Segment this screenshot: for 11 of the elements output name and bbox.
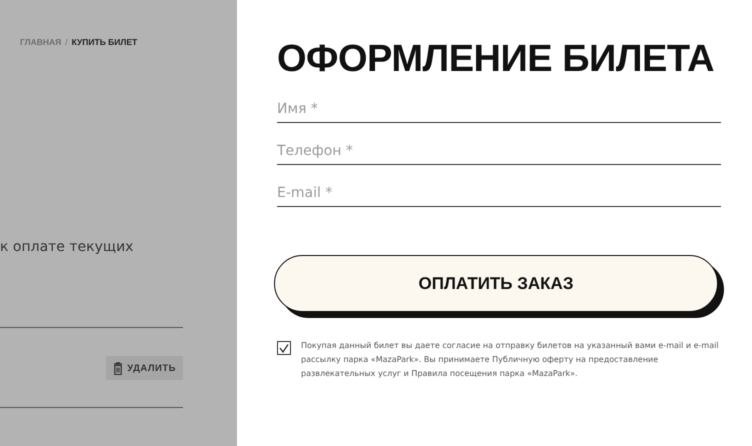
input-field[interactable]: Имя * xyxy=(277,101,721,123)
cart-note: к оплате текущих xyxy=(0,239,134,255)
input-field[interactable]: E-mail * xyxy=(277,185,721,207)
consent-checkbox[interactable] xyxy=(277,341,291,355)
consent-text: Покупая данный билет вы даете согласие на отправку билетов на указанный вами e-mail и e-mail рассылку парка «MazaPark». Вы принимаете Публичную оферту на предоставление развлекательных услуг и Правила посещения парка «MazaPark». xyxy=(301,340,720,380)
delete-button[interactable]: УДАЛИТЬ xyxy=(106,356,183,380)
form-title: ОФОРМЛЕНИЕ БИЛЕТА xyxy=(277,38,716,81)
input-field[interactable]: Телефон * xyxy=(277,143,721,165)
trash-icon xyxy=(113,362,124,374)
breadcrumb-link[interactable]: КУПИТЬ БИЛЕТ xyxy=(72,37,138,47)
breadcrumb-separator: / xyxy=(65,37,68,47)
